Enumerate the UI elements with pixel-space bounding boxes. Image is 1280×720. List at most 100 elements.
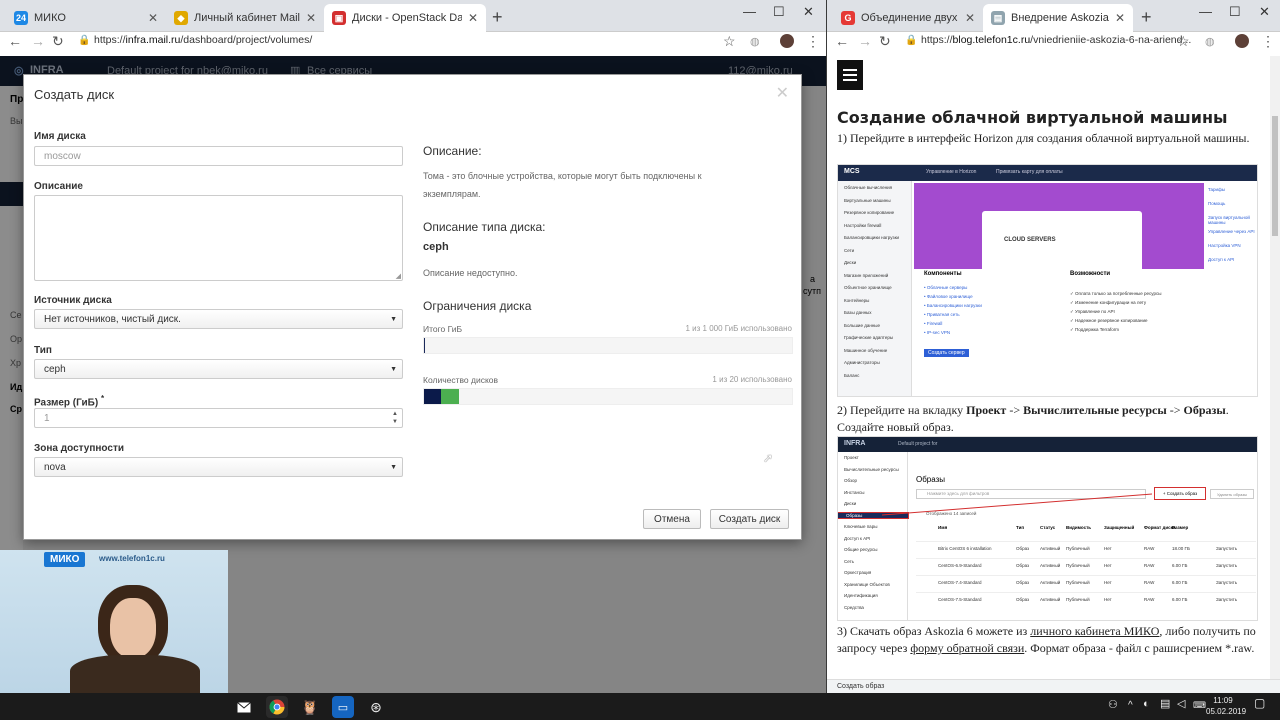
total-gib-usage: 1 из 1 000 ГиБ использовано <box>685 324 792 333</box>
menu-dots-icon[interactable]: ⋮ <box>806 33 820 49</box>
sidebar-item: Балансировщики нагрузки <box>844 235 900 240</box>
reload-icon[interactable]: ↻ <box>52 33 64 49</box>
table-cell: Публичный <box>1066 597 1090 602</box>
clock[interactable]: 11:09 05.02.2019 <box>1206 695 1246 717</box>
extension-icon[interactable]: ◍ <box>750 35 760 51</box>
volume-icon[interactable]: ◁ <box>1177 699 1185 710</box>
back-icon[interactable]: ← <box>835 33 849 49</box>
close-tab-icon[interactable]: ✕ <box>468 11 478 25</box>
column-header: Тип <box>1016 525 1025 530</box>
owl-app-icon[interactable]: 🦉 <box>299 696 321 718</box>
size-input[interactable]: 1 ▲ ▼ <box>34 408 403 428</box>
bookmark-star-icon[interactable]: ☆ <box>723 33 736 49</box>
bookmark-star-icon[interactable]: ☆ <box>1177 33 1190 49</box>
tab-mail-cloud[interactable]: ◆ Личный кабинет Mail.Ru Cloud ✕ <box>166 4 324 32</box>
windows-taskbar: 🦉 ▭ ⊛ ⚇ ^ ◐ ▤ ◁ ⌨ 11:09 05.02.2019 ▢ <box>0 693 1280 720</box>
people-icon[interactable]: ⚇ <box>1108 700 1118 711</box>
zone-select[interactable]: nova ▼ <box>34 457 403 477</box>
limits-heading: Ограничения диска <box>423 299 532 313</box>
type-select[interactable]: ceph ▼ <box>34 359 403 379</box>
extension-icon[interactable]: ◍ <box>1205 35 1215 51</box>
tab-openstack-disks[interactable]: ▣ Диски - OpenStack Dashboard ✕ <box>324 4 486 32</box>
page-favicon-icon: ▤ <box>991 11 1005 25</box>
sidebar-item: Диски <box>844 260 857 265</box>
blog-page: Создание облачной виртуальной машины 1) … <box>827 56 1280 693</box>
forward-icon[interactable]: → <box>858 33 872 49</box>
disk-source-label: Источник диска <box>34 295 112 306</box>
sidebar-item: Баланс <box>844 372 860 378</box>
tab-miko[interactable]: 24 МИКО ✕ <box>6 4 166 32</box>
table-cell: RAW <box>1144 597 1155 602</box>
table-cell: Публичный <box>1066 580 1090 585</box>
close-tab-icon[interactable]: ✕ <box>1115 11 1125 25</box>
right-link: Тарифы <box>1208 187 1226 192</box>
close-window-icon[interactable]: ✕ <box>803 4 814 20</box>
sidebar-item: Графические адаптеры <box>844 335 894 340</box>
disk-count-new-fill <box>441 389 460 404</box>
mail-app-icon[interactable] <box>233 696 255 718</box>
minimize-icon[interactable]: — <box>743 4 756 19</box>
description-text: Тома - это блочные устройства, которые м… <box>423 171 702 199</box>
required-marker: * <box>101 394 105 403</box>
back-icon[interactable]: ← <box>8 33 22 49</box>
zone-label: Зона доступности <box>34 443 125 454</box>
tab-label: Внедрение Askozia 6 на арен <box>1011 12 1109 24</box>
sidebar-item: Виртуальные машины <box>844 197 891 203</box>
close-tab-icon[interactable]: ✕ <box>965 11 975 25</box>
maximize-icon[interactable]: ☐ <box>1229 4 1241 20</box>
feedback-form-link[interactable]: форму обратной связи <box>910 641 1024 655</box>
tray-chevron-icon[interactable]: ^ <box>1128 700 1133 711</box>
table-cell: 6.00 ГБ <box>1172 563 1188 568</box>
profile-avatar[interactable] <box>1235 34 1249 48</box>
remote-desktop-icon[interactable]: ▭ <box>332 696 354 718</box>
table-cell: Активный <box>1040 563 1061 568</box>
address-bar[interactable]: https://blog.telefon1c.ru/vniedrieniie-a… <box>921 34 1191 46</box>
right-browser-window: G Объединение двух Askozia Р ✕ ▤ Внедрен… <box>827 0 1280 693</box>
address-bar[interactable]: https://infra.mail.ru/dashboard/project/… <box>94 34 312 46</box>
component-item: • Firewall <box>924 321 943 326</box>
forward-icon[interactable]: → <box>31 33 45 49</box>
reload-icon[interactable]: ↻ <box>879 33 891 49</box>
mail-cloud-favicon-icon: ◆ <box>174 11 188 25</box>
cancel-button[interactable]: Отмена <box>643 509 701 529</box>
page-scrollbar[interactable] <box>1270 56 1280 693</box>
spinner-arrows-icon[interactable]: ▲ ▼ <box>392 410 398 426</box>
description-textarea[interactable]: ◢ <box>34 195 403 281</box>
close-window-icon[interactable]: ✕ <box>1259 4 1270 20</box>
scrollbar-thumb[interactable] <box>1272 116 1278 236</box>
notifications-icon[interactable]: ▢ <box>1254 697 1265 709</box>
maximize-icon[interactable]: ☐ <box>773 4 785 20</box>
chrome-icon[interactable] <box>266 696 288 718</box>
disk-source-select[interactable]: Нет источников, чистый диск. ▼ <box>34 309 403 329</box>
close-modal-icon[interactable]: ✕ <box>776 83 789 103</box>
new-tab-icon[interactable]: + <box>492 7 503 28</box>
tab-label: МИКО <box>34 12 66 24</box>
disk-name-label: Имя диска <box>34 131 86 142</box>
size-label: Размер (ГиБ) * <box>34 394 105 409</box>
resize-handle-icon[interactable]: ◢ <box>396 272 401 280</box>
component-item: • Облачные серверы <box>924 285 968 290</box>
webcam-site: www.telefon1c.ru <box>99 554 165 563</box>
close-tab-icon[interactable]: ✕ <box>306 11 316 25</box>
menu-dots-icon[interactable]: ⋮ <box>1261 33 1275 49</box>
network-icon[interactable]: ▤ <box>1160 699 1170 710</box>
mcs-logo: MCS <box>844 168 860 175</box>
tray-app-icon[interactable]: ◐ <box>1143 699 1150 710</box>
component-item: • Приватная сеть <box>924 312 960 317</box>
tab-askozia-merge[interactable]: G Объединение двух Askozia Р ✕ <box>833 4 983 32</box>
hamburger-menu-icon[interactable] <box>837 60 863 90</box>
table-cell: 18.00 ГБ <box>1172 546 1190 551</box>
close-tab-icon[interactable]: ✕ <box>148 11 158 25</box>
minimize-icon[interactable]: — <box>1199 4 1212 19</box>
app-gear-icon[interactable]: ⊛ <box>365 696 387 718</box>
miko-cabinet-link[interactable]: личного кабинета МИКО <box>1030 624 1159 638</box>
table-cell: Активный <box>1040 597 1061 602</box>
table-cell: Активный <box>1040 546 1061 551</box>
new-tab-icon[interactable]: + <box>1141 7 1152 28</box>
disk-name-input[interactable]: moscow <box>34 146 403 166</box>
keyboard-icon[interactable]: ⌨ <box>1193 700 1206 711</box>
create-disk-button[interactable]: Создать диск <box>710 509 789 529</box>
create-disk-modal: Создать диск ✕ Имя диска moscow Описание… <box>23 74 802 540</box>
tab-askozia-deploy[interactable]: ▤ Внедрение Askozia 6 на арен ✕ <box>983 4 1133 32</box>
profile-avatar[interactable] <box>780 34 794 48</box>
